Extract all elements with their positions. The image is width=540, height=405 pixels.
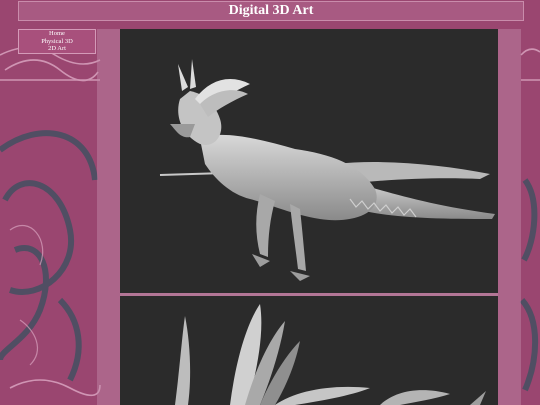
dragon-sculpt-render — [120, 29, 498, 293]
left-column-overlay — [97, 29, 120, 405]
nav-link-home[interactable]: Home — [19, 30, 95, 38]
page-title: Digital 3D Art — [18, 1, 524, 21]
gallery-image-dragon-side[interactable] — [120, 29, 498, 293]
dragon-wings-render — [120, 296, 498, 405]
right-column-overlay — [498, 29, 521, 405]
gallery-image-dragon-wings[interactable] — [120, 296, 498, 405]
site-navigation: Home Physical 3D 2D Art — [18, 29, 96, 54]
nav-link-physical-3d[interactable]: Physical 3D — [19, 38, 95, 46]
nav-link-2d-art[interactable]: 2D Art — [19, 45, 95, 53]
